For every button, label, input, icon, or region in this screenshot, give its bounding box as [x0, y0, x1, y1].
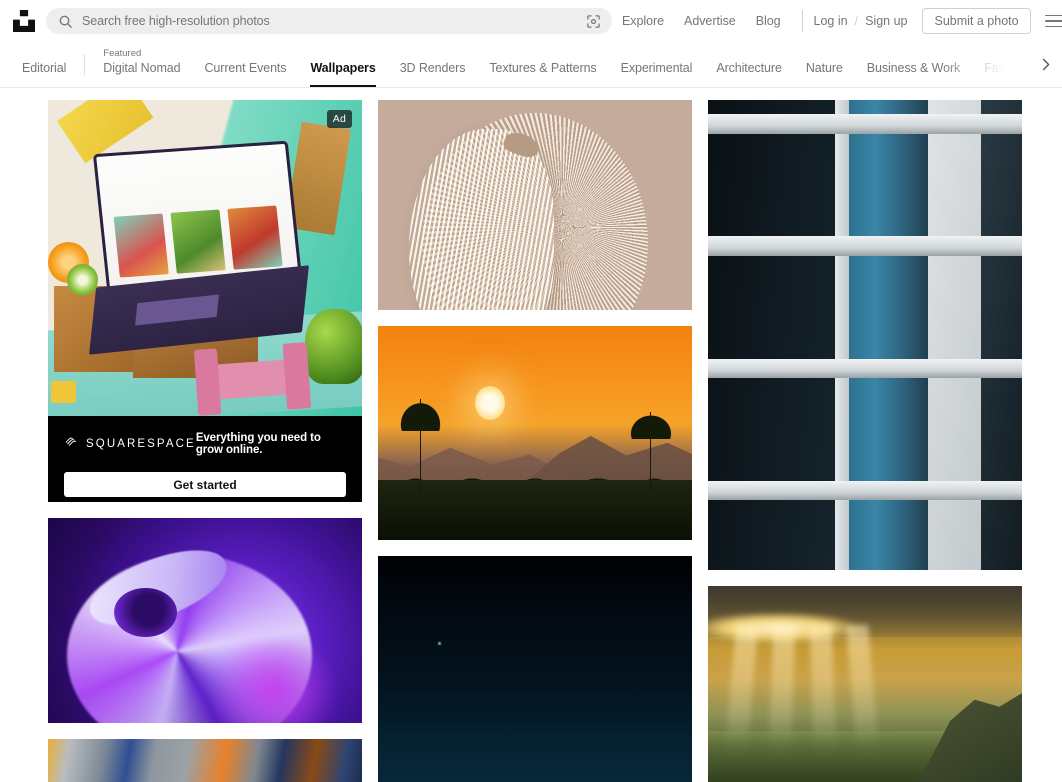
category-editorial-label: Editorial: [22, 61, 67, 75]
chevron-right-icon[interactable]: [1028, 42, 1062, 87]
header-right-nav: Explore Advertise Blog Log in / Sign up …: [612, 0, 1062, 42]
photo-sunset-palms[interactable]: [378, 326, 692, 540]
category-editorial[interactable]: Editorial: [10, 42, 78, 87]
ad-artwork: [48, 100, 362, 416]
ad-image[interactable]: Ad: [48, 100, 362, 416]
ad-tagline: Everything you need to grow online.: [195, 432, 321, 456]
featured-tag: Featured: [103, 48, 142, 59]
ad-badge: Ad: [326, 110, 352, 129]
category-nav-scroller[interactable]: Editorial Featured Digital Nomad Current…: [10, 42, 1062, 87]
site-header: Explore Advertise Blog Log in / Sign up …: [0, 0, 1062, 42]
hamburger-menu-icon[interactable]: [1044, 10, 1062, 32]
visual-search-icon[interactable]: [586, 14, 601, 29]
photo-purple-swirl[interactable]: [48, 517, 362, 724]
category-label: 3D Renders: [399, 61, 466, 75]
category-label: Wallpapers: [310, 61, 376, 75]
nav-link-explore[interactable]: Explore: [612, 14, 674, 28]
squarespace-logo: [64, 434, 79, 454]
category-label: Current Events: [204, 61, 287, 75]
building-artwork: [708, 100, 1022, 570]
category-nav: Editorial Featured Digital Nomad Current…: [0, 42, 1062, 88]
photo-beige-render[interactable]: [378, 100, 692, 310]
sunset-artwork: [378, 326, 692, 540]
category-digital-nomad[interactable]: Featured Digital Nomad: [91, 42, 192, 87]
category-divider: [84, 54, 86, 76]
ad-cta-button[interactable]: Get started: [64, 472, 346, 497]
search-icon: [58, 14, 73, 29]
ad-footer: SQUARESPACE Everything you need to grow …: [48, 416, 362, 502]
sun-rays-artwork: [708, 586, 1022, 782]
category-label: Fashion: [984, 61, 1028, 75]
grid-column-2: [378, 100, 692, 782]
category-current-events[interactable]: Current Events: [192, 42, 298, 87]
beige-render-artwork: [378, 100, 692, 310]
grid-column-3: [708, 100, 1022, 782]
signup-link[interactable]: Sign up: [865, 14, 907, 28]
nav-link-blog[interactable]: Blog: [746, 14, 791, 28]
category-label: Architecture: [716, 61, 782, 75]
category-label: Business & Work: [866, 61, 961, 75]
purple-swirl-artwork: [48, 517, 362, 724]
sponsored-ad-card[interactable]: Ad SQUARESPACE Everything you need to gr…: [48, 100, 362, 502]
category-experimental[interactable]: Experimental: [609, 42, 705, 87]
photo-colorful-facade[interactable]: [48, 739, 362, 782]
grid-column-1: Ad SQUARESPACE Everything you need to gr…: [48, 100, 362, 782]
unsplash-logo[interactable]: [8, 5, 40, 37]
search-bar[interactable]: [46, 8, 612, 34]
category-3d-renders[interactable]: 3D Renders: [388, 42, 478, 87]
category-label: Nature: [805, 61, 843, 75]
login-link[interactable]: Log in: [814, 14, 848, 28]
header-divider: [801, 10, 803, 32]
photo-building-facade[interactable]: [708, 100, 1022, 570]
category-wallpapers[interactable]: Wallpapers: [298, 42, 387, 87]
auth-separator: /: [854, 14, 859, 28]
category-nature[interactable]: Nature: [794, 42, 855, 87]
category-label: Digital Nomad: [103, 61, 181, 75]
ad-brand: SQUARESPACE: [64, 434, 196, 454]
category-architecture[interactable]: Architecture: [704, 42, 794, 87]
photo-sun-rays-mountains[interactable]: [708, 586, 1022, 782]
category-label: Experimental: [620, 61, 693, 75]
category-business-work[interactable]: Business & Work: [855, 42, 972, 87]
submit-photo-button[interactable]: Submit a photo: [922, 8, 1031, 34]
search-input[interactable]: [73, 14, 586, 28]
facade-artwork: [48, 739, 362, 782]
ad-brand-name: SQUARESPACE: [86, 438, 196, 450]
photo-dark-gradient[interactable]: [378, 556, 692, 782]
dark-gradient-artwork: [378, 556, 692, 782]
photo-grid: Ad SQUARESPACE Everything you need to gr…: [0, 88, 1062, 782]
nav-link-advertise[interactable]: Advertise: [674, 14, 746, 28]
category-textures-patterns[interactable]: Textures & Patterns: [477, 42, 608, 87]
category-label: Textures & Patterns: [489, 61, 597, 75]
